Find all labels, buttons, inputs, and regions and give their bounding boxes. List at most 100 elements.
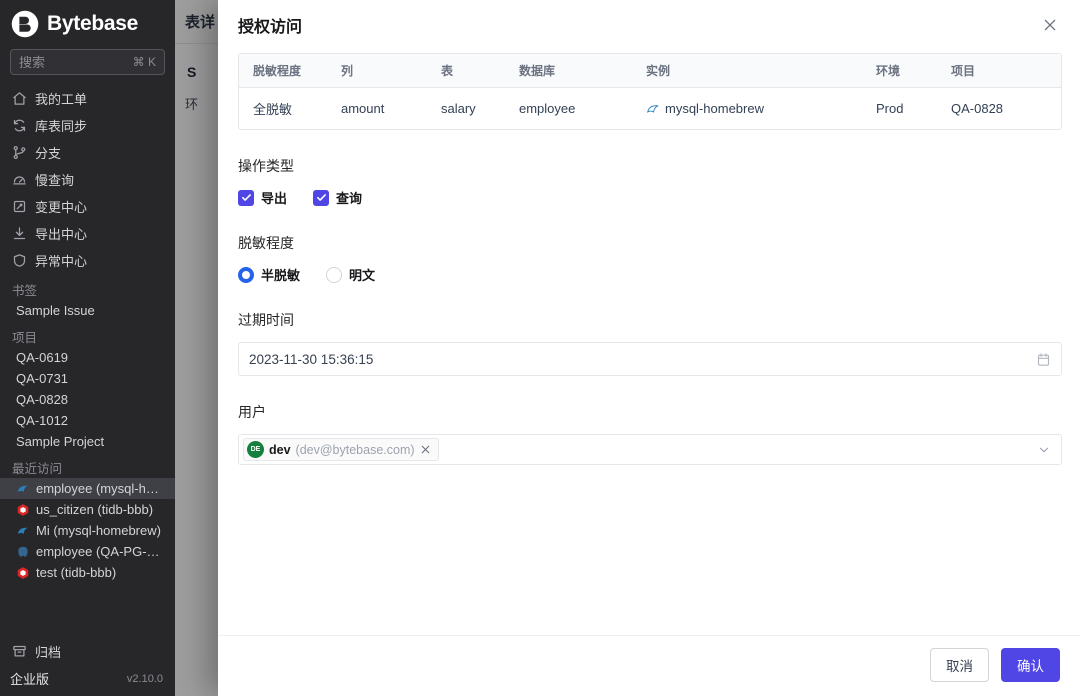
close-icon[interactable] — [1042, 17, 1058, 33]
archive-icon — [12, 644, 27, 659]
user-tag: DE dev (dev@bytebase.com) — [243, 438, 439, 461]
plaintext-label: 明文 — [349, 268, 376, 283]
postgres-icon — [16, 545, 30, 559]
sidebar-item-change-center[interactable]: 变更中心 — [0, 193, 175, 220]
dialog-title: 授权访问 — [238, 19, 303, 36]
user-name: dev — [269, 442, 291, 457]
mysql-icon — [16, 482, 30, 496]
bookmarks-section-title: 书签 — [12, 283, 38, 298]
sidebar-item-sample-issue[interactable]: Sample Issue — [0, 300, 175, 321]
brand-name: Bytebase — [47, 12, 138, 35]
expiration-datetime-input[interactable]: 2023-11-30 15:36:15 — [238, 342, 1062, 376]
query-checkbox[interactable]: 查询 — [313, 188, 362, 207]
dialog-footer: 取消 确认 — [218, 635, 1080, 696]
recent-label: Mi (mysql-homebrew) — [36, 523, 161, 538]
nav-label: 库表同步 — [35, 119, 88, 134]
sidebar-item-my-issues[interactable]: 我的工单 — [0, 85, 175, 112]
sidebar-item-project[interactable]: QA-0619 — [0, 347, 175, 368]
radio-unselected-icon[interactable] — [326, 266, 343, 283]
semi-masking-label: 半脱敏 — [261, 268, 301, 283]
recent-label: test (tidb-bbb) — [36, 565, 117, 580]
calendar-icon[interactable] — [1036, 352, 1051, 367]
mysql-icon — [16, 524, 30, 538]
sidebar-item-branch[interactable]: 分支 — [0, 139, 175, 166]
column-header: 脱敏程度 — [253, 64, 302, 78]
tidb-icon — [16, 503, 30, 517]
version-label: v2.10.0 — [126, 672, 163, 685]
sidebar-bottom: 企业版 v2.10.0 — [0, 665, 175, 696]
project-cell: QA-0828 — [951, 101, 1004, 116]
chevron-down-icon[interactable] — [1037, 443, 1051, 457]
recent-section-title: 最近访问 — [12, 461, 63, 476]
change-center-icon — [12, 199, 27, 214]
nav-label: 导出中心 — [35, 227, 88, 242]
sidebar-item-project[interactable]: Sample Project — [0, 431, 175, 452]
shield-icon — [12, 253, 27, 268]
search-box[interactable]: ⌘ K — [10, 49, 165, 75]
column-cell: amount — [341, 101, 385, 116]
remove-user-icon[interactable] — [420, 444, 431, 455]
sidebar: Bytebase ⌘ K 我的工单 库表同步 分支 慢查询 变更中心 导出中心 … — [0, 0, 175, 696]
instance-cell: mysql-homebrew — [632, 88, 862, 129]
query-label: 查询 — [336, 191, 363, 206]
table-cell: salary — [441, 101, 476, 116]
dialog-header: 授权访问 — [218, 0, 1080, 45]
sidebar-item-recent[interactable]: Mi (mysql-homebrew) — [0, 520, 175, 541]
sidebar-item-export-center[interactable]: 导出中心 — [0, 220, 175, 247]
semi-masking-radio[interactable]: 半脱敏 — [238, 265, 300, 284]
bytebase-logo-icon — [10, 9, 40, 39]
plaintext-radio[interactable]: 明文 — [326, 265, 375, 284]
nav-label: 慢查询 — [35, 173, 75, 188]
sidebar-item-archive[interactable]: 归档 — [0, 637, 175, 665]
archive-label: 归档 — [35, 644, 62, 660]
sidebar-item-recent[interactable]: employee (QA-PG-54... — [0, 541, 175, 562]
expiration-value: 2023-11-30 15:36:15 — [249, 351, 374, 367]
project-label: QA-1012 — [16, 413, 69, 428]
export-checkbox[interactable]: 导出 — [238, 188, 287, 207]
column-header: 环境 — [876, 64, 901, 78]
search-input[interactable] — [19, 54, 109, 70]
sidebar-item-schema-sync[interactable]: 库表同步 — [0, 112, 175, 139]
database-cell: employee — [519, 101, 576, 116]
brand[interactable]: Bytebase — [0, 0, 175, 45]
sidebar-item-project[interactable]: QA-0828 — [0, 389, 175, 410]
masking-level-cell: 全脱敏 — [253, 102, 293, 117]
operation-type-label: 操作类型 — [238, 158, 294, 174]
recent-label: employee (QA-PG-54... — [36, 544, 163, 559]
masking-level-label: 脱敏程度 — [238, 235, 294, 251]
user-label: 用户 — [238, 404, 266, 420]
column-header: 列 — [341, 64, 354, 78]
sidebar-item-recent[interactable]: us_citizen (tidb-bbb) — [0, 499, 175, 520]
sidebar-item-project[interactable]: QA-0731 — [0, 368, 175, 389]
download-icon — [12, 226, 27, 241]
environment-cell: Prod — [876, 101, 904, 116]
grant-access-dialog: 授权访问 脱敏程度 列 表 数据库 实例 环境 项目 全脱敏 amount sa… — [218, 0, 1080, 696]
cancel-button[interactable]: 取消 — [930, 648, 989, 682]
checkbox-checked-icon[interactable] — [238, 189, 254, 206]
project-label: QA-0828 — [16, 392, 69, 407]
sidebar-item-slow-query[interactable]: 慢查询 — [0, 166, 175, 193]
masking-level-options: 半脱敏 明文 — [238, 265, 1062, 284]
nav-label: 异常中心 — [35, 254, 88, 269]
sidebar-item-recent[interactable]: employee (mysql-ho... — [0, 478, 175, 499]
project-label: Sample Project — [16, 434, 105, 449]
user-select[interactable]: DE dev (dev@bytebase.com) — [238, 434, 1062, 465]
project-label: QA-0619 — [16, 350, 69, 365]
table-row: 全脱敏 amount salary employee mysql-homebre… — [239, 88, 1061, 129]
bookmark-label: Sample Issue — [16, 303, 95, 318]
project-label: QA-0731 — [16, 371, 69, 386]
sidebar-item-anomaly-center[interactable]: 异常中心 — [0, 247, 175, 274]
column-header: 数据库 — [519, 64, 556, 78]
sidebar-item-recent[interactable]: test (tidb-bbb) — [0, 562, 175, 583]
column-header: 表 — [441, 64, 454, 78]
search-shortcut: ⌘ K — [132, 55, 156, 69]
checkbox-checked-icon[interactable] — [313, 189, 330, 206]
radio-selected-icon[interactable] — [238, 266, 254, 283]
nav-label: 变更中心 — [35, 200, 88, 215]
sidebar-item-project[interactable]: QA-1012 — [0, 410, 175, 431]
confirm-button[interactable]: 确认 — [1001, 648, 1060, 682]
edition-label[interactable]: 企业版 — [10, 669, 49, 688]
expiration-label: 过期时间 — [238, 312, 294, 328]
home-icon — [12, 91, 27, 106]
export-label: 导出 — [261, 191, 288, 206]
